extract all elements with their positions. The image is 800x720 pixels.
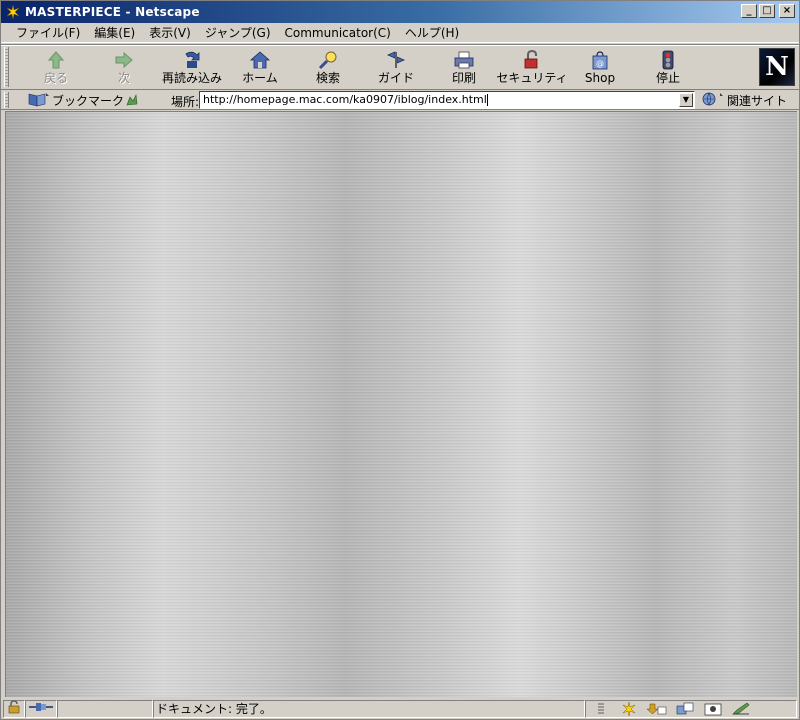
print-button[interactable]: 印刷 bbox=[433, 49, 495, 87]
connection-status-cell[interactable] bbox=[25, 699, 57, 718]
status-text: ドキュメント: 完了。 bbox=[156, 702, 272, 716]
minimize-button[interactable]: _ bbox=[741, 4, 757, 18]
netscape-logo[interactable]: N bbox=[759, 48, 795, 86]
related-sites-button[interactable]: 関連サイト bbox=[700, 91, 787, 109]
menu-bar: ファイル(F) 編集(E) 表示(V) ジャンプ(G) Communicator… bbox=[1, 23, 799, 43]
status-text-cell: ドキュメント: 完了。 bbox=[153, 699, 585, 718]
address-book-icon[interactable] bbox=[702, 701, 724, 717]
progress-cell bbox=[57, 699, 153, 718]
menu-view[interactable]: 表示(V) bbox=[142, 23, 198, 42]
security-label: セキュリティ bbox=[496, 71, 568, 85]
url-text: http://homepage.mac.com/ka0907/iblog/ind… bbox=[203, 93, 487, 106]
menu-help[interactable]: ヘルプ(H) bbox=[398, 23, 466, 42]
component-bar bbox=[585, 699, 797, 718]
lock-icon bbox=[520, 49, 544, 71]
url-input[interactable]: http://homepage.mac.com/ka0907/iblog/ind… bbox=[199, 91, 695, 109]
related-sites-icon bbox=[700, 91, 724, 110]
maximize-button[interactable]: □ bbox=[759, 4, 775, 18]
menu-file[interactable]: ファイル(F) bbox=[9, 23, 87, 42]
home-button[interactable]: ホーム bbox=[229, 49, 291, 87]
reload-icon bbox=[180, 49, 204, 71]
guide-label: ガイド bbox=[377, 71, 414, 85]
component-grip-icon[interactable] bbox=[590, 701, 612, 717]
guide-icon bbox=[384, 49, 408, 71]
reload-label: 再読み込み bbox=[161, 71, 222, 85]
navigator-icon[interactable] bbox=[618, 701, 640, 717]
close-button[interactable]: × bbox=[779, 4, 795, 18]
bookmarks-label: ブックマーク bbox=[52, 93, 125, 108]
location-grip[interactable] bbox=[4, 92, 9, 108]
back-arrow-icon bbox=[44, 49, 68, 71]
security-lock-icon bbox=[7, 700, 21, 717]
menu-go[interactable]: ジャンプ(G) bbox=[198, 23, 278, 42]
location-toolbar: ブックマーク 場所: http://homepage.mac.com/ka090… bbox=[1, 91, 799, 110]
location-label: 場所: bbox=[171, 95, 200, 109]
shop-button[interactable]: @ Shop bbox=[569, 49, 631, 87]
page-proxy-icon[interactable] bbox=[124, 92, 140, 108]
shopping-bag-icon: @ bbox=[588, 49, 612, 71]
shop-label: Shop bbox=[584, 71, 616, 85]
online-plug-icon bbox=[28, 701, 54, 716]
forward-button[interactable]: 次 bbox=[93, 49, 155, 87]
traffic-light-icon bbox=[656, 49, 680, 71]
navigation-toolbar: 戻る 次 再読み込み ホーム 検索 ガイド 印刷 セキュリティ @ Shop 停… bbox=[1, 44, 799, 90]
stop-label: 停止 bbox=[655, 71, 680, 85]
printer-icon bbox=[452, 49, 476, 71]
home-label: ホーム bbox=[242, 71, 278, 85]
home-icon bbox=[248, 49, 272, 71]
forward-arrow-icon bbox=[112, 49, 136, 71]
browser-window: MASTERPIECE - Netscape _ □ × ファイル(F) 編集(… bbox=[0, 0, 800, 720]
window-title: MASTERPIECE - Netscape bbox=[25, 5, 200, 19]
security-status-cell[interactable] bbox=[3, 699, 25, 718]
search-button[interactable]: 検索 bbox=[297, 49, 359, 87]
search-label: 検索 bbox=[315, 71, 340, 85]
forward-label: 次 bbox=[117, 71, 130, 85]
related-sites-label: 関連サイト bbox=[727, 93, 788, 108]
reload-button[interactable]: 再読み込み bbox=[161, 49, 223, 87]
newsgroups-icon[interactable] bbox=[674, 701, 696, 717]
stop-button[interactable]: 停止 bbox=[637, 49, 699, 87]
bookmarks-icon bbox=[27, 91, 49, 110]
title-bar[interactable]: MASTERPIECE - Netscape _ □ × bbox=[1, 1, 799, 23]
menu-communicator[interactable]: Communicator(C) bbox=[278, 25, 398, 41]
text-caret bbox=[486, 94, 488, 106]
toolbar-grip[interactable] bbox=[4, 47, 9, 87]
print-label: 印刷 bbox=[451, 71, 476, 85]
back-button[interactable]: 戻る bbox=[25, 49, 87, 87]
url-dropdown-button[interactable]: ▼ bbox=[679, 93, 693, 107]
composer-icon[interactable] bbox=[730, 701, 752, 717]
mail-icon[interactable] bbox=[646, 701, 668, 717]
security-button[interactable]: セキュリティ bbox=[496, 49, 568, 87]
bookmarks-button[interactable]: ブックマーク bbox=[27, 91, 124, 109]
guide-button[interactable]: ガイド bbox=[365, 49, 427, 87]
svg-text:@: @ bbox=[596, 59, 604, 68]
back-label: 戻る bbox=[43, 71, 68, 85]
search-icon bbox=[316, 49, 340, 71]
menu-edit[interactable]: 編集(E) bbox=[87, 23, 142, 42]
netscape-app-icon bbox=[5, 4, 21, 20]
status-bar: ドキュメント: 完了。 bbox=[1, 698, 799, 719]
page-content-area[interactable] bbox=[5, 111, 797, 697]
